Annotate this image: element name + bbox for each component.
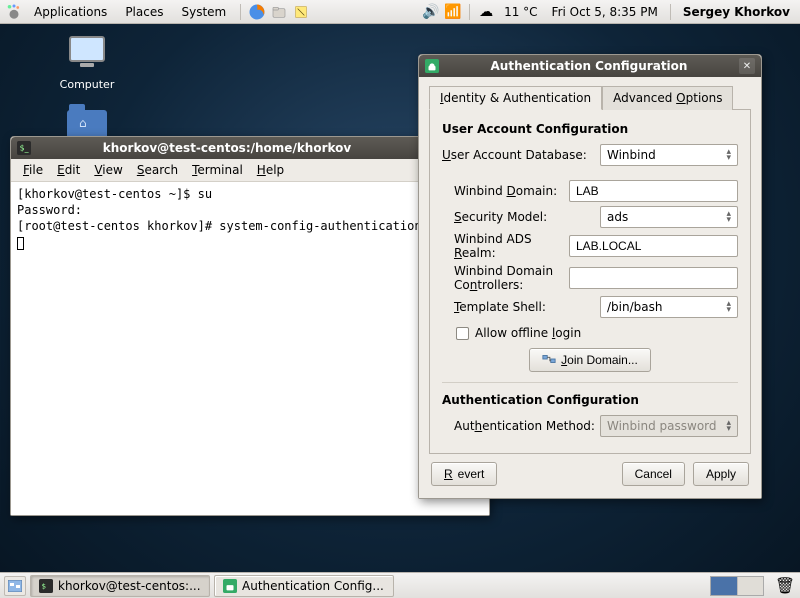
taskbar-item-terminal[interactable]: $ khorkov@test-centos:... <box>30 575 210 597</box>
input-winbind-domain[interactable] <box>569 180 738 202</box>
desktop-icon-label: Computer <box>52 78 122 91</box>
notes-icon[interactable] <box>291 2 311 22</box>
taskbar-item-auth-config[interactable]: Authentication Config... <box>214 575 394 597</box>
row-allow-offline: Allow offline login <box>456 326 738 340</box>
panel-separator <box>670 4 671 20</box>
label-auth-method: Authentication Method: <box>442 419 600 433</box>
label-ads-realm: Winbind ADS Realm: <box>442 232 569 260</box>
label-template-shell: Template Shell: <box>442 300 600 314</box>
auth-tabs: Identity & Authentication Advanced Optio… <box>429 85 751 109</box>
svg-text:$: $ <box>42 582 46 590</box>
combo-template-shell[interactable]: /bin/bash ▴▾ <box>600 296 738 318</box>
input-domain-controllers[interactable] <box>569 267 738 289</box>
menu-file[interactable]: File <box>17 161 49 179</box>
terminal-cursor <box>17 237 24 250</box>
dialog-actions: Revert Cancel Apply <box>429 454 751 488</box>
section-auth-config: Authentication Configuration <box>442 393 738 407</box>
join-domain-button[interactable]: Join Domain... <box>529 348 651 372</box>
weather-temp[interactable]: 11 °C <box>498 5 543 19</box>
user-menu[interactable]: Sergey Khorkov <box>677 5 796 19</box>
weather-icon: ☁ <box>476 2 496 22</box>
menu-applications[interactable]: Applications <box>26 3 115 21</box>
chevron-updown-icon: ▴▾ <box>726 420 731 432</box>
row-user-db: User Account Database: Winbind ▴▾ <box>442 144 738 166</box>
menu-terminal[interactable]: Terminal <box>186 161 249 179</box>
row-domain-controllers: Winbind Domain Controllers: <box>442 264 738 292</box>
combo-user-db[interactable]: Winbind ▴▾ <box>600 144 738 166</box>
input-ads-realm[interactable] <box>569 235 738 257</box>
clock[interactable]: Fri Oct 5, 8:35 PM <box>546 5 664 19</box>
panel-separator <box>469 4 470 20</box>
tab-advanced[interactable]: Advanced Options <box>602 86 733 110</box>
panel-separator <box>240 4 241 20</box>
network-icon[interactable]: 📶 <box>443 2 463 22</box>
panel-right: 🔊 📶 ☁ 11 °C Fri Oct 5, 8:35 PM Sergey Kh… <box>421 2 796 22</box>
panel-left: Applications Places System <box>4 2 311 22</box>
row-ads-realm: Winbind ADS Realm: <box>442 232 738 260</box>
workspace-2[interactable] <box>737 577 763 595</box>
row-auth-method: Authentication Method: Winbind password … <box>442 415 738 437</box>
menu-system[interactable]: System <box>173 3 234 21</box>
terminal-icon: $ <box>39 579 53 593</box>
desktop-icon-computer[interactable]: Computer <box>52 36 122 91</box>
chevron-updown-icon: ▴▾ <box>726 211 731 223</box>
menu-help[interactable]: Help <box>251 161 290 179</box>
show-desktop-button[interactable] <box>4 576 26 596</box>
apply-button[interactable]: Apply <box>693 462 749 486</box>
menu-view[interactable]: View <box>88 161 128 179</box>
menu-places[interactable]: Places <box>117 3 171 21</box>
auth-title: Authentication Configuration <box>445 59 733 73</box>
combo-security-model[interactable]: ads ▴▾ <box>600 206 738 228</box>
top-panel: Applications Places System 🔊 📶 ☁ 11 °C F… <box>0 0 800 24</box>
svg-text:$_: $_ <box>20 144 29 153</box>
menu-search[interactable]: Search <box>131 161 184 179</box>
auth-icon <box>425 59 439 73</box>
revert-button[interactable]: Revert <box>431 462 497 486</box>
taskbar-item-label: Authentication Config... <box>242 579 384 593</box>
volume-icon[interactable]: 🔊 <box>421 2 441 22</box>
workspace-switcher[interactable] <box>710 576 764 596</box>
section-user-account: User Account Configuration <box>442 122 738 136</box>
taskbar-item-label: khorkov@test-centos:... <box>58 579 201 593</box>
label-user-db: User Account Database: <box>442 148 600 162</box>
label-winbind-domain: Winbind Domain: <box>442 184 569 198</box>
menu-edit[interactable]: Edit <box>51 161 86 179</box>
checkbox-allow-offline[interactable] <box>456 327 469 340</box>
auth-icon <box>223 579 237 593</box>
terminal-icon: $_ <box>17 141 31 155</box>
label-domain-controllers: Winbind Domain Controllers: <box>442 264 569 292</box>
gnome-foot-icon[interactable] <box>4 2 24 22</box>
firefox-icon[interactable] <box>247 2 267 22</box>
label-allow-offline: Allow offline login <box>475 326 581 340</box>
close-button[interactable]: ✕ <box>739 58 755 74</box>
divider <box>442 382 738 383</box>
label-security-model: Security Model: <box>442 210 600 224</box>
row-join-domain: Join Domain... <box>442 348 738 372</box>
row-template-shell: Template Shell: /bin/bash ▴▾ <box>442 296 738 318</box>
terminal-title: khorkov@test-centos:/home/khorkov <box>37 141 417 155</box>
workspace-1[interactable] <box>711 577 737 595</box>
tab-identity[interactable]: Identity & Authentication <box>429 86 602 110</box>
network-connect-icon <box>542 352 556 369</box>
trash-icon[interactable]: 🗑 <box>774 575 796 597</box>
bottom-panel: $ khorkov@test-centos:... Authentication… <box>0 572 800 598</box>
auth-titlebar[interactable]: Authentication Configuration ✕ <box>419 55 761 77</box>
chevron-updown-icon: ▴▾ <box>726 149 731 161</box>
auth-body: Identity & Authentication Advanced Optio… <box>419 77 761 498</box>
cancel-button[interactable]: Cancel <box>622 462 685 486</box>
chevron-updown-icon: ▴▾ <box>726 301 731 313</box>
row-winbind-domain: Winbind Domain: <box>442 180 738 202</box>
row-security-model: Security Model: ads ▴▾ <box>442 206 738 228</box>
auth-config-window: Authentication Configuration ✕ Identity … <box>418 54 762 499</box>
combo-auth-method: Winbind password ▴▾ <box>600 415 738 437</box>
tab-page-identity: User Account Configuration User Account … <box>429 109 751 454</box>
computer-icon <box>63 36 111 76</box>
file-manager-icon[interactable] <box>269 2 289 22</box>
